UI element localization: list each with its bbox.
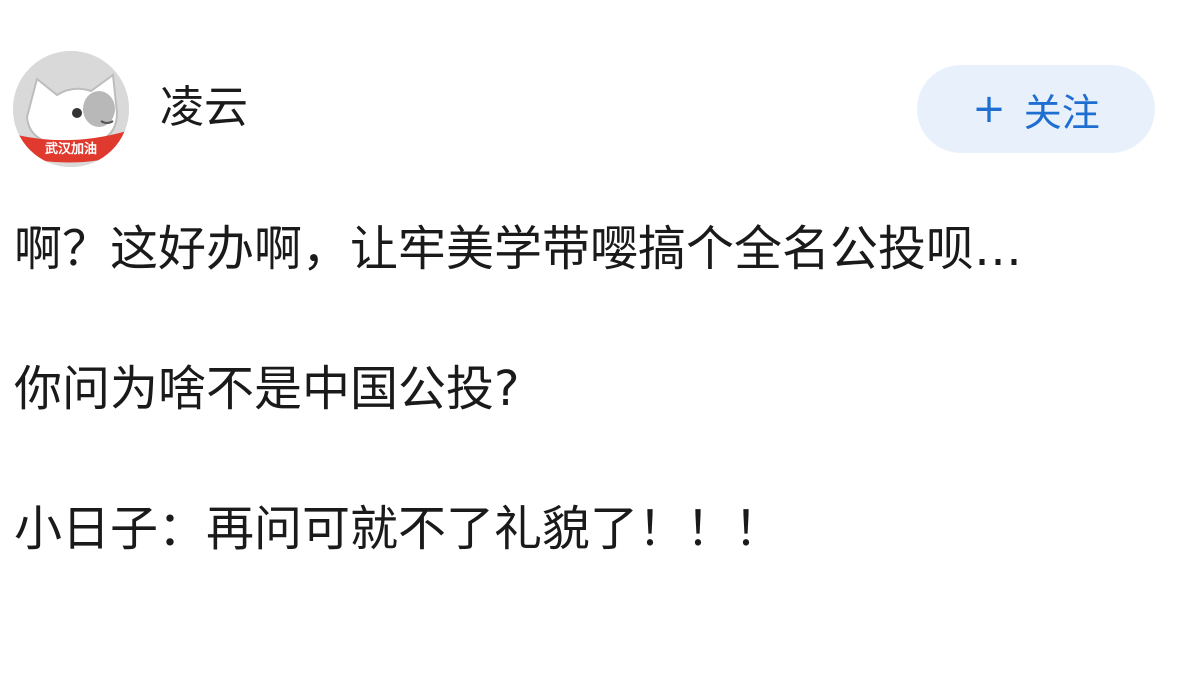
avatar[interactable]: 武汉加油 — [13, 51, 129, 167]
avatar-image: 武汉加油 — [13, 51, 129, 167]
plus-icon: + — [972, 86, 1006, 132]
post-header: 武汉加油 凌云 + 关注 — [0, 0, 1200, 180]
post-paragraph: 啊？这好办啊，让牢美学带嘤搞个全名公投呗… — [14, 221, 1023, 277]
post-content: 啊？这好办啊，让牢美学带嘤搞个全名公投呗… 你问为啥不是中国公投? 小日子：再问… — [14, 215, 1184, 635]
post-paragraph: 小日子：再问可就不了礼貌了！！！ — [14, 501, 783, 557]
author-name[interactable]: 凌云 — [160, 80, 248, 136]
follow-button-label: 关注 — [1023, 90, 1100, 135]
follow-button[interactable]: + 关注 — [917, 65, 1155, 153]
avatar-badge-text: 武汉加油 — [45, 141, 97, 157]
post-paragraph: 你问为啥不是中国公投? — [14, 361, 520, 417]
